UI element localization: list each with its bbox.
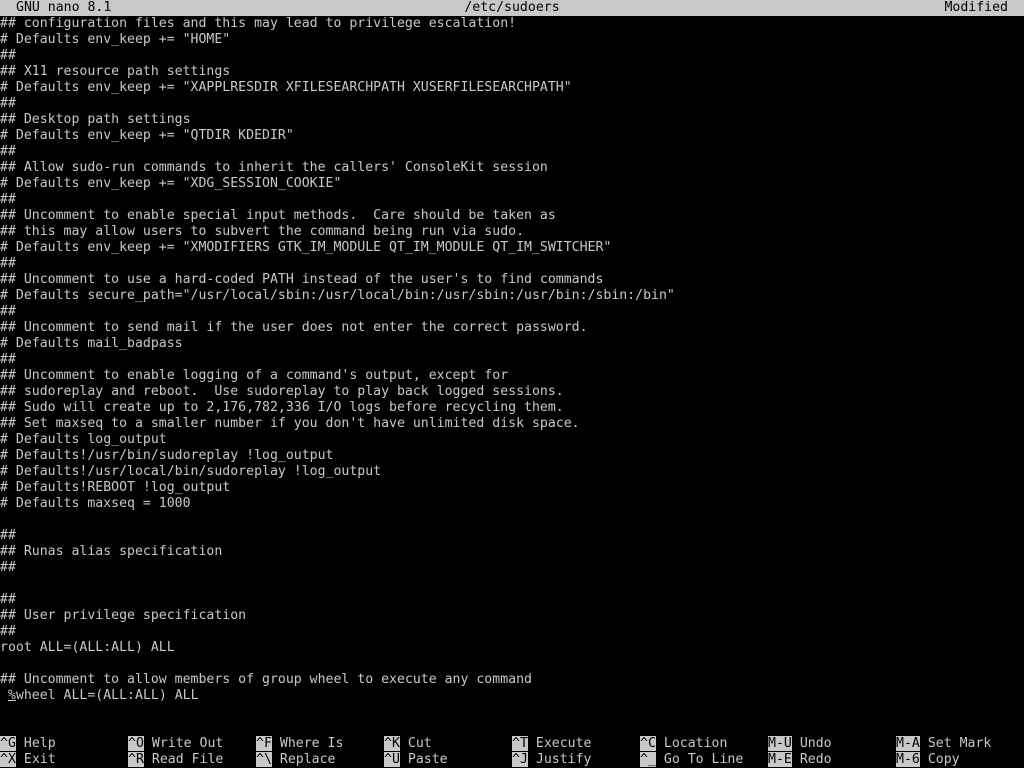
editor-line[interactable]: ##: [0, 352, 1024, 368]
editor-line[interactable]: ## Uncomment to enable special input met…: [0, 208, 1024, 224]
shortcut-label: Where Is: [279, 736, 344, 751]
editor-line[interactable]: # Defaults!/usr/local/bin/sudoreplay !lo…: [0, 464, 1024, 480]
editor-line-cursor[interactable]: %wheel ALL=(ALL:ALL) ALL: [0, 688, 1024, 704]
editor-line[interactable]: # Defaults env_keep += "XAPPLRESDIR XFIL…: [0, 80, 1024, 96]
editor-line[interactable]: ##: [0, 624, 1024, 640]
shortcut-key: ^_: [640, 752, 656, 767]
shortcut-key: ^K: [384, 736, 400, 751]
editor-text-area[interactable]: ## configuration files and this may lead…: [0, 16, 1024, 704]
modified-status: Modified: [944, 0, 1008, 15]
shortcut-where-is[interactable]: ^F Where Is: [256, 736, 343, 752]
editor-line[interactable]: ## Uncomment to send mail if the user do…: [0, 320, 1024, 336]
shortcut-label: Justify: [535, 752, 592, 767]
shortcut-label: Redo: [799, 752, 832, 767]
shortcut-key: M-U: [768, 736, 792, 751]
editor-line[interactable]: [0, 656, 1024, 672]
shortcut-write-out[interactable]: ^O Write Out: [128, 736, 223, 752]
shortcut-copy[interactable]: M-6 Copy: [896, 752, 960, 768]
shortcut-key: ^O: [128, 736, 144, 751]
editor-line[interactable]: ##: [0, 144, 1024, 160]
editor-line[interactable]: ##: [0, 192, 1024, 208]
shortcut-label: Read File: [151, 752, 224, 767]
editor-line[interactable]: ## configuration files and this may lead…: [0, 16, 1024, 32]
shortcut-label: Set Mark: [927, 736, 992, 751]
editor-line[interactable]: # Defaults secure_path="/usr/local/sbin:…: [0, 288, 1024, 304]
shortcut-label: Execute: [535, 736, 592, 751]
shortcut-label: Paste: [407, 752, 448, 767]
shortcut-cut[interactable]: ^K Cut: [384, 736, 432, 752]
shortcut-key: ^J: [512, 752, 528, 767]
shortcut-label: Exit: [23, 752, 56, 767]
shortcut-key: ^C: [640, 736, 656, 751]
title-bar: GNU nano 8.1 /etc/sudoers Modified: [0, 0, 1024, 16]
shortcut-label: Copy: [927, 752, 960, 767]
shortcut-key: ^G: [0, 736, 16, 751]
shortcut-key: ^U: [384, 752, 400, 767]
shortcut-undo[interactable]: M-U Undo: [768, 736, 832, 752]
editor-line[interactable]: ##: [0, 592, 1024, 608]
shortcut-execute[interactable]: ^T Execute: [512, 736, 591, 752]
shortcut-key: M-A: [896, 736, 920, 751]
shortcut-bar: ^G Help ^X Exit ^O Write Out ^R Read File ^F…: [0, 736, 1024, 768]
editor-line[interactable]: ## Runas alias specification: [0, 544, 1024, 560]
editor-line[interactable]: [0, 512, 1024, 528]
shortcut-key: M-E: [768, 752, 792, 767]
shortcut-label: Replace: [279, 752, 336, 767]
shortcut-label: Go To Line: [663, 752, 744, 767]
editor-line[interactable]: ## Set maxseq to a smaller number if you…: [0, 416, 1024, 432]
editor-line[interactable]: ##: [0, 256, 1024, 272]
editor-line[interactable]: # Defaults env_keep += "QTDIR KDEDIR": [0, 128, 1024, 144]
shortcut-read-file[interactable]: ^R Read File: [128, 752, 223, 768]
shortcut-key: ^F: [256, 736, 272, 751]
editor-line[interactable]: root ALL=(ALL:ALL) ALL: [0, 640, 1024, 656]
editor-line[interactable]: ## Allow sudo-run commands to inherit th…: [0, 160, 1024, 176]
cursor-line-text: wheel ALL=(ALL:ALL) ALL: [15, 688, 199, 703]
editor-line[interactable]: ##: [0, 528, 1024, 544]
editor-line[interactable]: ## Uncomment to enable logging of a comm…: [0, 368, 1024, 384]
shortcut-paste[interactable]: ^U Paste: [384, 752, 448, 768]
editor-line[interactable]: ## this may allow users to subvert the c…: [0, 224, 1024, 240]
editor-line[interactable]: ##: [0, 304, 1024, 320]
editor-line[interactable]: ##: [0, 560, 1024, 576]
text-cursor: %: [7, 688, 16, 703]
shortcut-label: Help: [23, 736, 56, 751]
shortcut-key: M-6: [896, 752, 920, 767]
editor-line[interactable]: ## X11 resource path settings: [0, 64, 1024, 80]
shortcut-exit[interactable]: ^X Exit: [0, 752, 56, 768]
editor-line[interactable]: # Defaults env_keep += "HOME": [0, 32, 1024, 48]
editor-line[interactable]: # Defaults env_keep += "XDG_SESSION_COOK…: [0, 176, 1024, 192]
shortcut-key: ^R: [128, 752, 144, 767]
editor-line[interactable]: ## sudoreplay and reboot. Use sudoreplay…: [0, 384, 1024, 400]
shortcut-redo[interactable]: M-E Redo: [768, 752, 832, 768]
shortcut-set-mark[interactable]: M-A Set Mark: [896, 736, 991, 752]
shortcut-key: ^\: [256, 752, 272, 767]
shortcut-label: Undo: [799, 736, 832, 751]
editor-line[interactable]: # Defaults env_keep += "XMODIFIERS GTK_I…: [0, 240, 1024, 256]
editor-line[interactable]: [0, 576, 1024, 592]
editor-line[interactable]: ## Uncomment to allow members of group w…: [0, 672, 1024, 688]
shortcut-label: Location: [663, 736, 728, 751]
editor-line[interactable]: ## Sudo will create up to 2,176,782,336 …: [0, 400, 1024, 416]
editor-line[interactable]: ##: [0, 96, 1024, 112]
editor-line[interactable]: # Defaults maxseq = 1000: [0, 496, 1024, 512]
shortcut-justify[interactable]: ^J Justify: [512, 752, 591, 768]
editor-line[interactable]: ## Desktop path settings: [0, 112, 1024, 128]
shortcut-help[interactable]: ^G Help: [0, 736, 56, 752]
editor-line[interactable]: ## User privilege specification: [0, 608, 1024, 624]
file-name: /etc/sudoers: [464, 0, 560, 15]
shortcut-replace[interactable]: ^\ Replace: [256, 752, 335, 768]
editor-line[interactable]: # Defaults log_output: [0, 432, 1024, 448]
shortcut-key: ^X: [0, 752, 16, 767]
editor-line[interactable]: # Defaults mail_badpass: [0, 336, 1024, 352]
editor-line[interactable]: ## Uncomment to use a hard-coded PATH in…: [0, 272, 1024, 288]
shortcut-label: Cut: [407, 736, 432, 751]
shortcut-key: ^T: [512, 736, 528, 751]
shortcut-go-to-line[interactable]: ^_ Go To Line: [640, 752, 743, 768]
editor-line[interactable]: # Defaults!/usr/bin/sudoreplay !log_outp…: [0, 448, 1024, 464]
editor-line[interactable]: ##: [0, 48, 1024, 64]
editor-line[interactable]: # Defaults!REBOOT !log_output: [0, 480, 1024, 496]
shortcut-label: Write Out: [151, 736, 224, 751]
shortcut-location[interactable]: ^C Location: [640, 736, 727, 752]
